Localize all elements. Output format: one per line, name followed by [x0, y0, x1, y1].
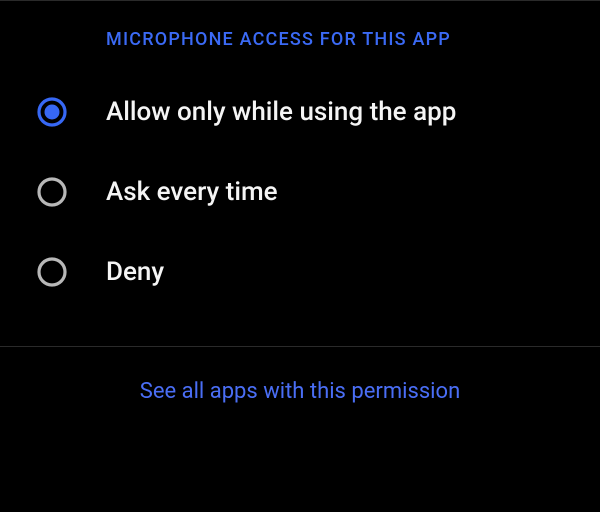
see-all-apps-link[interactable]: See all apps with this permission	[140, 379, 460, 404]
radio-unselected-icon	[36, 256, 68, 288]
radio-option-allow-while-using[interactable]: Allow only while using the app	[0, 72, 600, 152]
radio-unselected-icon	[36, 176, 68, 208]
radio-label: Deny	[106, 257, 164, 287]
radio-selected-icon	[36, 96, 68, 128]
section-header: MICROPHONE ACCESS FOR THIS APP	[0, 1, 600, 64]
radio-label: Ask every time	[106, 177, 278, 207]
radio-option-deny[interactable]: Deny	[0, 232, 600, 312]
footer-link-container: See all apps with this permission	[0, 347, 600, 436]
radio-option-ask-every-time[interactable]: Ask every time	[0, 152, 600, 232]
radio-label: Allow only while using the app	[106, 97, 456, 127]
radio-list: Allow only while using the app Ask every…	[0, 64, 600, 346]
